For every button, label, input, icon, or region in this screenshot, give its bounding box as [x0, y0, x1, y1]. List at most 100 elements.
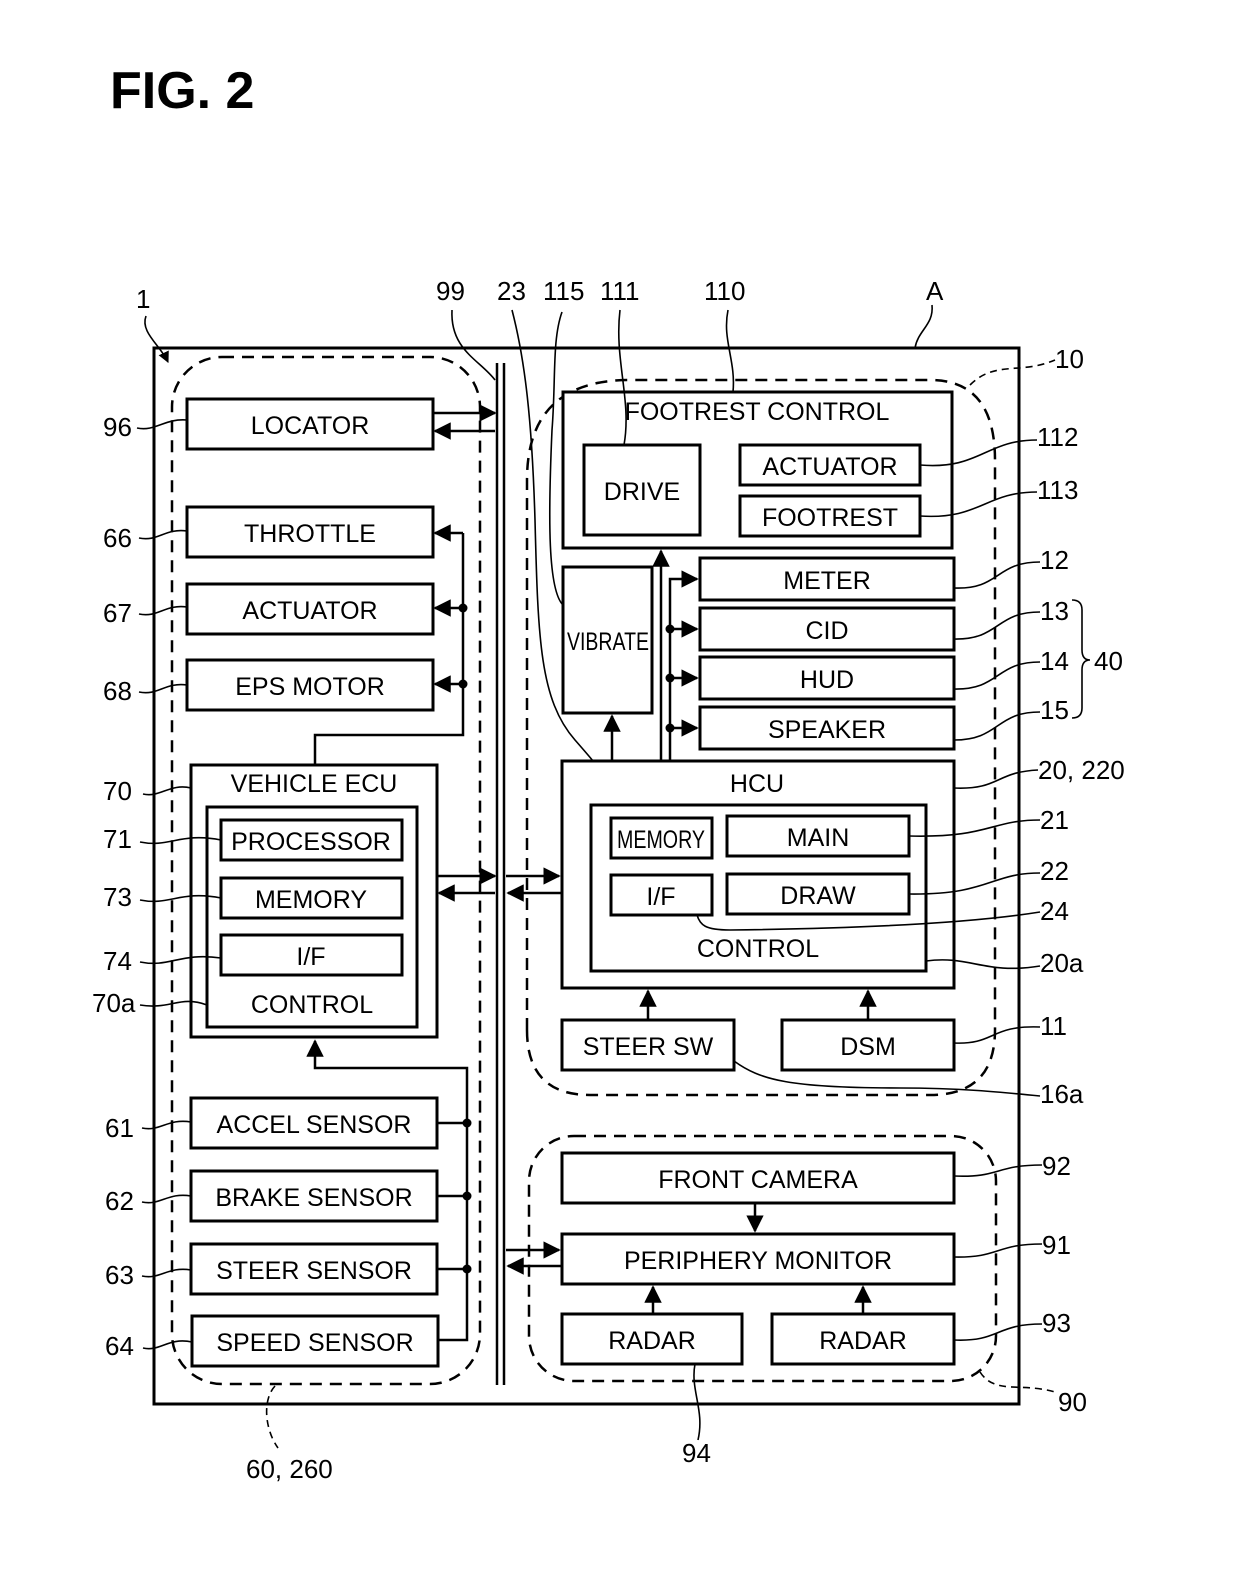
- front-camera-block[interactable]: FRONT CAMERA: [560, 1151, 956, 1205]
- throttle-label: THROTTLE: [244, 520, 376, 548]
- ecu-interface-block[interactable]: I/F: [219, 933, 404, 977]
- hcu-memory-label: MEMORY: [617, 826, 705, 854]
- speed-sensor-ref: 64: [105, 1331, 134, 1361]
- meter-block[interactable]: METER: [698, 556, 956, 602]
- junction-dot: [462, 1264, 472, 1274]
- drive-block[interactable]: DRIVE: [582, 443, 702, 537]
- accel-sensor-label: ACCEL SENSOR: [217, 1111, 412, 1139]
- hcu-block[interactable]: HCU CONTROL MEMORY MAIN I/F DRAW: [560, 759, 956, 990]
- eps-motor-ref: 68: [103, 676, 132, 706]
- steer-sensor-label: STEER SENSOR: [216, 1257, 412, 1285]
- block-diagram: FIG. 2 A 1 99 60, 260 LOCATOR 96 THROTTL…: [92, 62, 1125, 1484]
- radar-left-block[interactable]: RADAR: [560, 1312, 744, 1366]
- hmi-group-leader: [969, 359, 1056, 386]
- vehicle-ref-label: A: [926, 276, 944, 306]
- vehicle-leader-line: [914, 304, 933, 349]
- ecu-memory-block[interactable]: MEMORY: [219, 876, 404, 920]
- steer-sensor-block[interactable]: STEER SENSOR: [189, 1242, 439, 1296]
- eps-motor-block[interactable]: EPS MOTOR: [185, 658, 435, 712]
- speed-sensor-leader: [142, 1340, 193, 1350]
- vehicle-ecu-leader: [142, 786, 192, 796]
- ecu-interface-label: I/F: [296, 943, 325, 971]
- brake-sensor-ref: 62: [105, 1186, 134, 1216]
- actuator-block[interactable]: ACTUATOR: [185, 582, 435, 636]
- footrest-control-label: FOOTREST CONTROL: [625, 398, 890, 426]
- hcu-interface-block[interactable]: I/F: [609, 873, 714, 917]
- footrest-control-ref: 110: [704, 276, 745, 306]
- hcu-draw-label: DRAW: [780, 882, 856, 910]
- front-camera-ref: 92: [1042, 1151, 1071, 1181]
- hcu-draw-block[interactable]: DRAW: [725, 872, 911, 916]
- ecu-processor-ref: 71: [103, 824, 132, 854]
- radar-right-block[interactable]: RADAR: [770, 1312, 956, 1366]
- hcu-main-block[interactable]: MAIN: [725, 814, 911, 858]
- hcu-label: HCU: [730, 770, 784, 798]
- radar-right-label: RADAR: [819, 1327, 907, 1355]
- periphery-monitor-ref: 91: [1042, 1230, 1071, 1260]
- footrest-control-leader: [725, 309, 735, 393]
- left-group-ref-label: 60, 260: [246, 1454, 333, 1484]
- brake-sensor-block[interactable]: BRAKE SENSOR: [189, 1169, 439, 1223]
- ecu-interface-ref: 74: [103, 946, 132, 976]
- footrest-control-block[interactable]: FOOTREST CONTROL DRIVE ACTUATOR FOOTREST: [561, 390, 954, 550]
- vibrate-label: VIBRATE: [567, 628, 649, 656]
- hcu-control-ref: 20a: [1040, 948, 1084, 978]
- vehicle-ecu-block[interactable]: VEHICLE ECU CONTROL PROCESSOR MEMORY I/F: [189, 763, 439, 1039]
- cid-label: CID: [805, 617, 848, 645]
- cid-block[interactable]: CID: [698, 606, 956, 652]
- speed-sensor-label: SPEED SENSOR: [216, 1329, 413, 1357]
- accel-sensor-block[interactable]: ACCEL SENSOR: [189, 1096, 439, 1150]
- cid-ref: 13: [1040, 596, 1069, 626]
- steer-switch-label: STEER SW: [583, 1033, 714, 1061]
- hcu-interface-ref: 24: [1040, 896, 1069, 926]
- bus-ref-label: 99: [436, 276, 465, 306]
- eps-motor-leader: [138, 683, 188, 694]
- ecu-processor-block[interactable]: PROCESSOR: [219, 818, 404, 862]
- ecu-processor-label: PROCESSOR: [231, 828, 391, 856]
- actuator-label: ACTUATOR: [242, 597, 377, 625]
- throttle-leader: [138, 529, 188, 540]
- system-ref-arrow: [144, 315, 169, 364]
- junction-dot: [458, 603, 468, 613]
- hcu-memory-block[interactable]: MEMORY: [609, 816, 714, 860]
- speed-sensor-block[interactable]: SPEED SENSOR: [190, 1314, 440, 1368]
- hud-leader: [953, 661, 1041, 690]
- footrest-actuator-block[interactable]: ACTUATOR: [738, 443, 922, 487]
- accel-sensor-ref: 61: [105, 1113, 134, 1143]
- hud-block[interactable]: HUD: [698, 655, 956, 701]
- meter-ref: 12: [1040, 545, 1069, 575]
- hud-ref: 14: [1040, 646, 1069, 676]
- ecu-control-ref: 70a: [92, 988, 136, 1018]
- footrest-block[interactable]: FOOTREST: [738, 494, 922, 538]
- hcu-interface-label: I/F: [646, 883, 675, 911]
- front-camera-label: FRONT CAMERA: [658, 1166, 858, 1194]
- dsm-leader: [953, 1026, 1041, 1044]
- vibrate-ref: 115: [543, 276, 584, 306]
- steer-switch-block[interactable]: STEER SW: [560, 1018, 736, 1072]
- locator-label: LOCATOR: [251, 412, 370, 440]
- vibrate-block[interactable]: VIBRATE: [561, 565, 654, 715]
- locator-block[interactable]: LOCATOR: [185, 397, 435, 451]
- periphery-monitor-block[interactable]: PERIPHERY MONITOR: [560, 1232, 956, 1286]
- locator-ref: 96: [103, 412, 132, 442]
- hcu-ref: 20, 220: [1038, 755, 1125, 785]
- junction-dot: [665, 723, 675, 733]
- brake-sensor-label: BRAKE SENSOR: [215, 1184, 412, 1212]
- meter-leader: [953, 561, 1041, 589]
- ecu-memory-ref: 73: [103, 882, 132, 912]
- periphery-group-ref: 90: [1058, 1387, 1087, 1417]
- radar-right-leader: [953, 1323, 1043, 1341]
- hcu-control-label: CONTROL: [697, 935, 819, 963]
- throttle-block[interactable]: THROTTLE: [185, 505, 435, 559]
- speaker-block[interactable]: SPEAKER: [698, 705, 956, 751]
- accel-sensor-leader: [141, 1120, 192, 1130]
- ecu-memory-label: MEMORY: [255, 886, 367, 914]
- hmi-group-ref: 10: [1055, 344, 1084, 374]
- radar-left-ref: 94: [682, 1438, 711, 1468]
- left-group-leader: [265, 1385, 279, 1449]
- junction-dot: [665, 624, 675, 634]
- radar-left-label: RADAR: [608, 1327, 696, 1355]
- dsm-block[interactable]: DSM: [780, 1018, 956, 1072]
- junction-dot: [458, 679, 468, 689]
- speaker-ref: 15: [1040, 695, 1069, 725]
